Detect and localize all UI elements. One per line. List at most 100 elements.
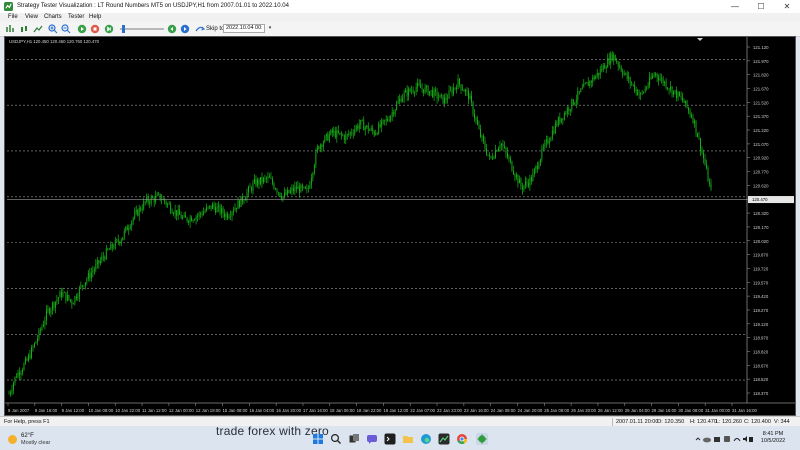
taskbar-clock[interactable]: 8:41 PM 10/5/2022 bbox=[756, 431, 790, 445]
system-tray[interactable] bbox=[694, 433, 754, 445]
candle-body bbox=[533, 169, 535, 174]
candle-body bbox=[587, 82, 589, 86]
candle-body bbox=[294, 186, 296, 192]
speed-slider[interactable] bbox=[120, 25, 164, 33]
candle-body bbox=[707, 167, 709, 182]
candle-body bbox=[532, 173, 534, 182]
menu-help[interactable]: Help bbox=[89, 13, 101, 22]
candle-body bbox=[215, 206, 217, 213]
price-tick-label: 120.020 bbox=[753, 239, 769, 244]
chart-canvas[interactable]: 121.120 121.970 121.820 121.670 121.520 121.3… bbox=[5, 37, 795, 415]
candle-body bbox=[225, 213, 227, 217]
task-view-icon[interactable] bbox=[348, 433, 360, 445]
candle-body bbox=[176, 210, 178, 216]
zoom-out-icon[interactable] bbox=[61, 24, 71, 34]
candle-body bbox=[481, 135, 483, 137]
menu-tester[interactable]: Tester bbox=[68, 13, 84, 22]
chat-icon[interactable] bbox=[366, 433, 378, 445]
candle-body bbox=[38, 329, 40, 339]
skip-to-icon[interactable] bbox=[195, 24, 205, 34]
metatrader-icon[interactable] bbox=[438, 433, 450, 445]
candle-body bbox=[224, 213, 225, 217]
candle-body bbox=[319, 144, 321, 149]
candle-body bbox=[569, 109, 571, 112]
menu-view[interactable]: View bbox=[25, 13, 38, 22]
candle-body bbox=[453, 87, 455, 94]
candle-body bbox=[535, 166, 537, 170]
candle-body bbox=[252, 182, 254, 191]
menu-file[interactable]: File bbox=[8, 13, 18, 22]
price-chart[interactable]: 121.120 121.970 121.820 121.670 121.520 121.3… bbox=[4, 36, 796, 416]
close-button[interactable]: ✕ bbox=[774, 0, 800, 13]
date-tick-label: 25 Jan 08:00 bbox=[544, 408, 569, 413]
candle-body bbox=[159, 193, 161, 200]
candle-body bbox=[459, 78, 460, 85]
line-chart-icon[interactable] bbox=[33, 24, 43, 34]
speed-down-icon[interactable] bbox=[167, 24, 177, 34]
candle-body bbox=[358, 124, 360, 129]
candle-body bbox=[508, 157, 510, 159]
candle-body bbox=[185, 215, 187, 218]
candle-body bbox=[580, 88, 582, 93]
start-icon[interactable] bbox=[312, 433, 324, 445]
candle-body bbox=[418, 83, 420, 85]
candle-body bbox=[703, 152, 704, 159]
skip-date-input[interactable] bbox=[223, 24, 265, 33]
price-tick-label: 121.670 bbox=[753, 87, 769, 92]
candle-body bbox=[304, 186, 306, 189]
candle-body bbox=[384, 119, 386, 121]
file-explorer-icon[interactable] bbox=[402, 433, 414, 445]
candle-body bbox=[156, 194, 158, 196]
speed-up-icon[interactable] bbox=[180, 24, 190, 34]
chrome-icon[interactable] bbox=[456, 433, 468, 445]
candle-body bbox=[406, 90, 408, 97]
stop-icon[interactable] bbox=[90, 24, 100, 34]
step-icon[interactable] bbox=[104, 24, 114, 34]
candle-body bbox=[632, 84, 634, 85]
candle-body bbox=[312, 172, 314, 179]
candle-body bbox=[313, 165, 315, 173]
price-tick-label: 121.070 bbox=[753, 142, 769, 147]
candle-body bbox=[547, 139, 549, 144]
candle-body bbox=[77, 296, 79, 299]
candle-body bbox=[399, 98, 401, 102]
candle-body bbox=[158, 193, 160, 195]
candle-body bbox=[441, 94, 443, 96]
candle-body bbox=[376, 133, 378, 134]
candle-body bbox=[95, 264, 97, 270]
candle-body bbox=[72, 303, 74, 305]
candle-body bbox=[538, 164, 540, 169]
terminal-app-icon[interactable] bbox=[384, 433, 396, 445]
candle-body bbox=[559, 117, 561, 123]
price-tick-label: 119.270 bbox=[753, 308, 769, 313]
weather-widget[interactable]: 62°F Mostly clear bbox=[8, 433, 50, 447]
candle-body bbox=[572, 99, 574, 105]
candle-body bbox=[445, 97, 447, 100]
candle-body bbox=[128, 228, 130, 231]
strategy-tester-taskbar-icon[interactable] bbox=[476, 433, 488, 445]
chart-type-icon[interactable] bbox=[5, 24, 15, 34]
candle-body bbox=[574, 102, 576, 105]
menu-charts[interactable]: Charts bbox=[44, 13, 62, 22]
candle-body bbox=[201, 214, 203, 216]
zoom-in-icon[interactable] bbox=[48, 24, 58, 34]
candle-body bbox=[203, 212, 205, 216]
candles-icon[interactable] bbox=[19, 24, 29, 34]
speed-slider-knob[interactable] bbox=[122, 25, 125, 33]
candle-body bbox=[679, 91, 681, 96]
taskbar bbox=[0, 426, 800, 450]
candle-body bbox=[387, 119, 389, 121]
candle-body bbox=[62, 292, 64, 297]
candle-body bbox=[472, 102, 474, 114]
calendar-dropdown-icon[interactable]: ▾ bbox=[266, 24, 274, 33]
search-icon[interactable] bbox=[330, 433, 342, 445]
candle-body bbox=[584, 83, 586, 84]
candle-body bbox=[348, 134, 350, 135]
edge-icon[interactable] bbox=[420, 433, 432, 445]
candle-body bbox=[394, 109, 396, 115]
candle-body bbox=[620, 66, 622, 72]
minimize-button[interactable]: — bbox=[722, 0, 748, 13]
play-icon[interactable] bbox=[77, 24, 87, 34]
maximize-button[interactable]: ☐ bbox=[748, 0, 774, 13]
candle-body bbox=[367, 125, 369, 131]
